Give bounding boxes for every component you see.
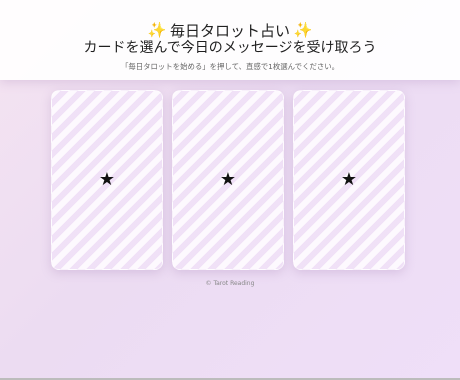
sparkles-icon: ✨ [293, 21, 313, 39]
tarot-card-2[interactable]: ★ [172, 90, 284, 270]
page-title-row: ✨ 毎日タロット占い ✨ [0, 20, 460, 40]
star-icon: ★ [219, 169, 237, 190]
instruction-text: 「毎日タロットを始める」を押して、直感で1枚選んでください。 [120, 62, 340, 71]
page-subtitle: カードを選んで今日のメッセージを受け取ろう [83, 40, 377, 56]
page-header: ✨ 毎日タロット占い ✨ カードを選んで今日のメッセージを受け取ろう 「毎日タロ… [0, 0, 460, 80]
star-icon: ★ [340, 169, 358, 190]
footer-copyright: © Tarot Reading [205, 280, 255, 287]
sparkles-icon: ✨ [147, 21, 167, 39]
tarot-card-1[interactable]: ★ [51, 90, 163, 270]
tarot-card-3[interactable]: ★ [293, 90, 405, 270]
star-icon: ★ [98, 169, 116, 190]
